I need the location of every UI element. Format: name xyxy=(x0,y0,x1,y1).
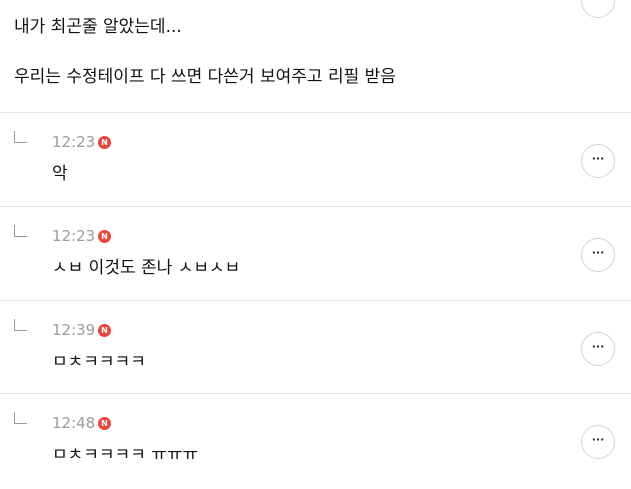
more-options-button[interactable]: ··· xyxy=(581,238,615,272)
more-options-button[interactable]: ··· xyxy=(581,332,615,366)
reply-timestamp: 12:23 xyxy=(52,133,96,151)
reply-text: ㅁㅊㅋㅋㅋㅋ xyxy=(52,352,146,372)
new-badge-icon: N xyxy=(98,230,111,243)
more-icon: ··· xyxy=(591,432,605,446)
new-badge-icon: N xyxy=(98,324,111,337)
more-icon: ··· xyxy=(592,0,605,4)
reply-arrow-icon xyxy=(14,412,27,424)
more-icon: ··· xyxy=(591,339,605,353)
reply-comment: 12:39 N ㅁㅊㅋㅋㅋㅋ ··· xyxy=(0,301,631,396)
comment-text-line-1: 내가 최곤줄 알았는데... xyxy=(14,17,182,37)
reply-arrow-icon xyxy=(14,131,27,143)
more-options-button[interactable]: ··· xyxy=(581,0,615,18)
reply-comment: 12:23 N ㅅㅂ 이것도 존나 ㅅㅂㅅㅂ ··· xyxy=(0,207,631,302)
more-options-button[interactable]: ··· xyxy=(581,144,615,178)
reply-timestamp: 12:48 xyxy=(52,414,96,432)
reply-arrow-icon xyxy=(14,319,27,331)
more-icon: ··· xyxy=(591,245,605,259)
parent-comment: 내가 최곤줄 알았는데... 우리는 수정테이프 다 쓰면 다쓴거 보여주고 리… xyxy=(0,0,631,112)
comment-text-line-2: 우리는 수정테이프 다 쓰면 다쓴거 보여주고 리필 받음 xyxy=(14,67,396,87)
more-icon: ··· xyxy=(591,151,605,165)
reply-text: ㅅㅂ 이것도 존나 ㅅㅂㅅㅂ xyxy=(52,258,241,278)
reply-arrow-icon xyxy=(14,225,27,237)
reply-comment: 12:23 N 악 ··· xyxy=(0,113,631,208)
reply-timestamp: 12:23 xyxy=(52,227,96,245)
reply-comment: 12:48 N ㅁㅊㅋㅋㅋㅋ ㅠㅠㅠ ··· xyxy=(0,394,631,489)
new-badge-icon: N xyxy=(98,136,111,149)
new-badge-icon: N xyxy=(98,417,111,430)
reply-timestamp: 12:39 xyxy=(52,321,96,339)
more-options-button[interactable]: ··· xyxy=(581,425,615,459)
reply-text: 악 xyxy=(52,164,68,184)
reply-text: ㅁㅊㅋㅋㅋㅋ ㅠㅠㅠ xyxy=(52,445,199,465)
